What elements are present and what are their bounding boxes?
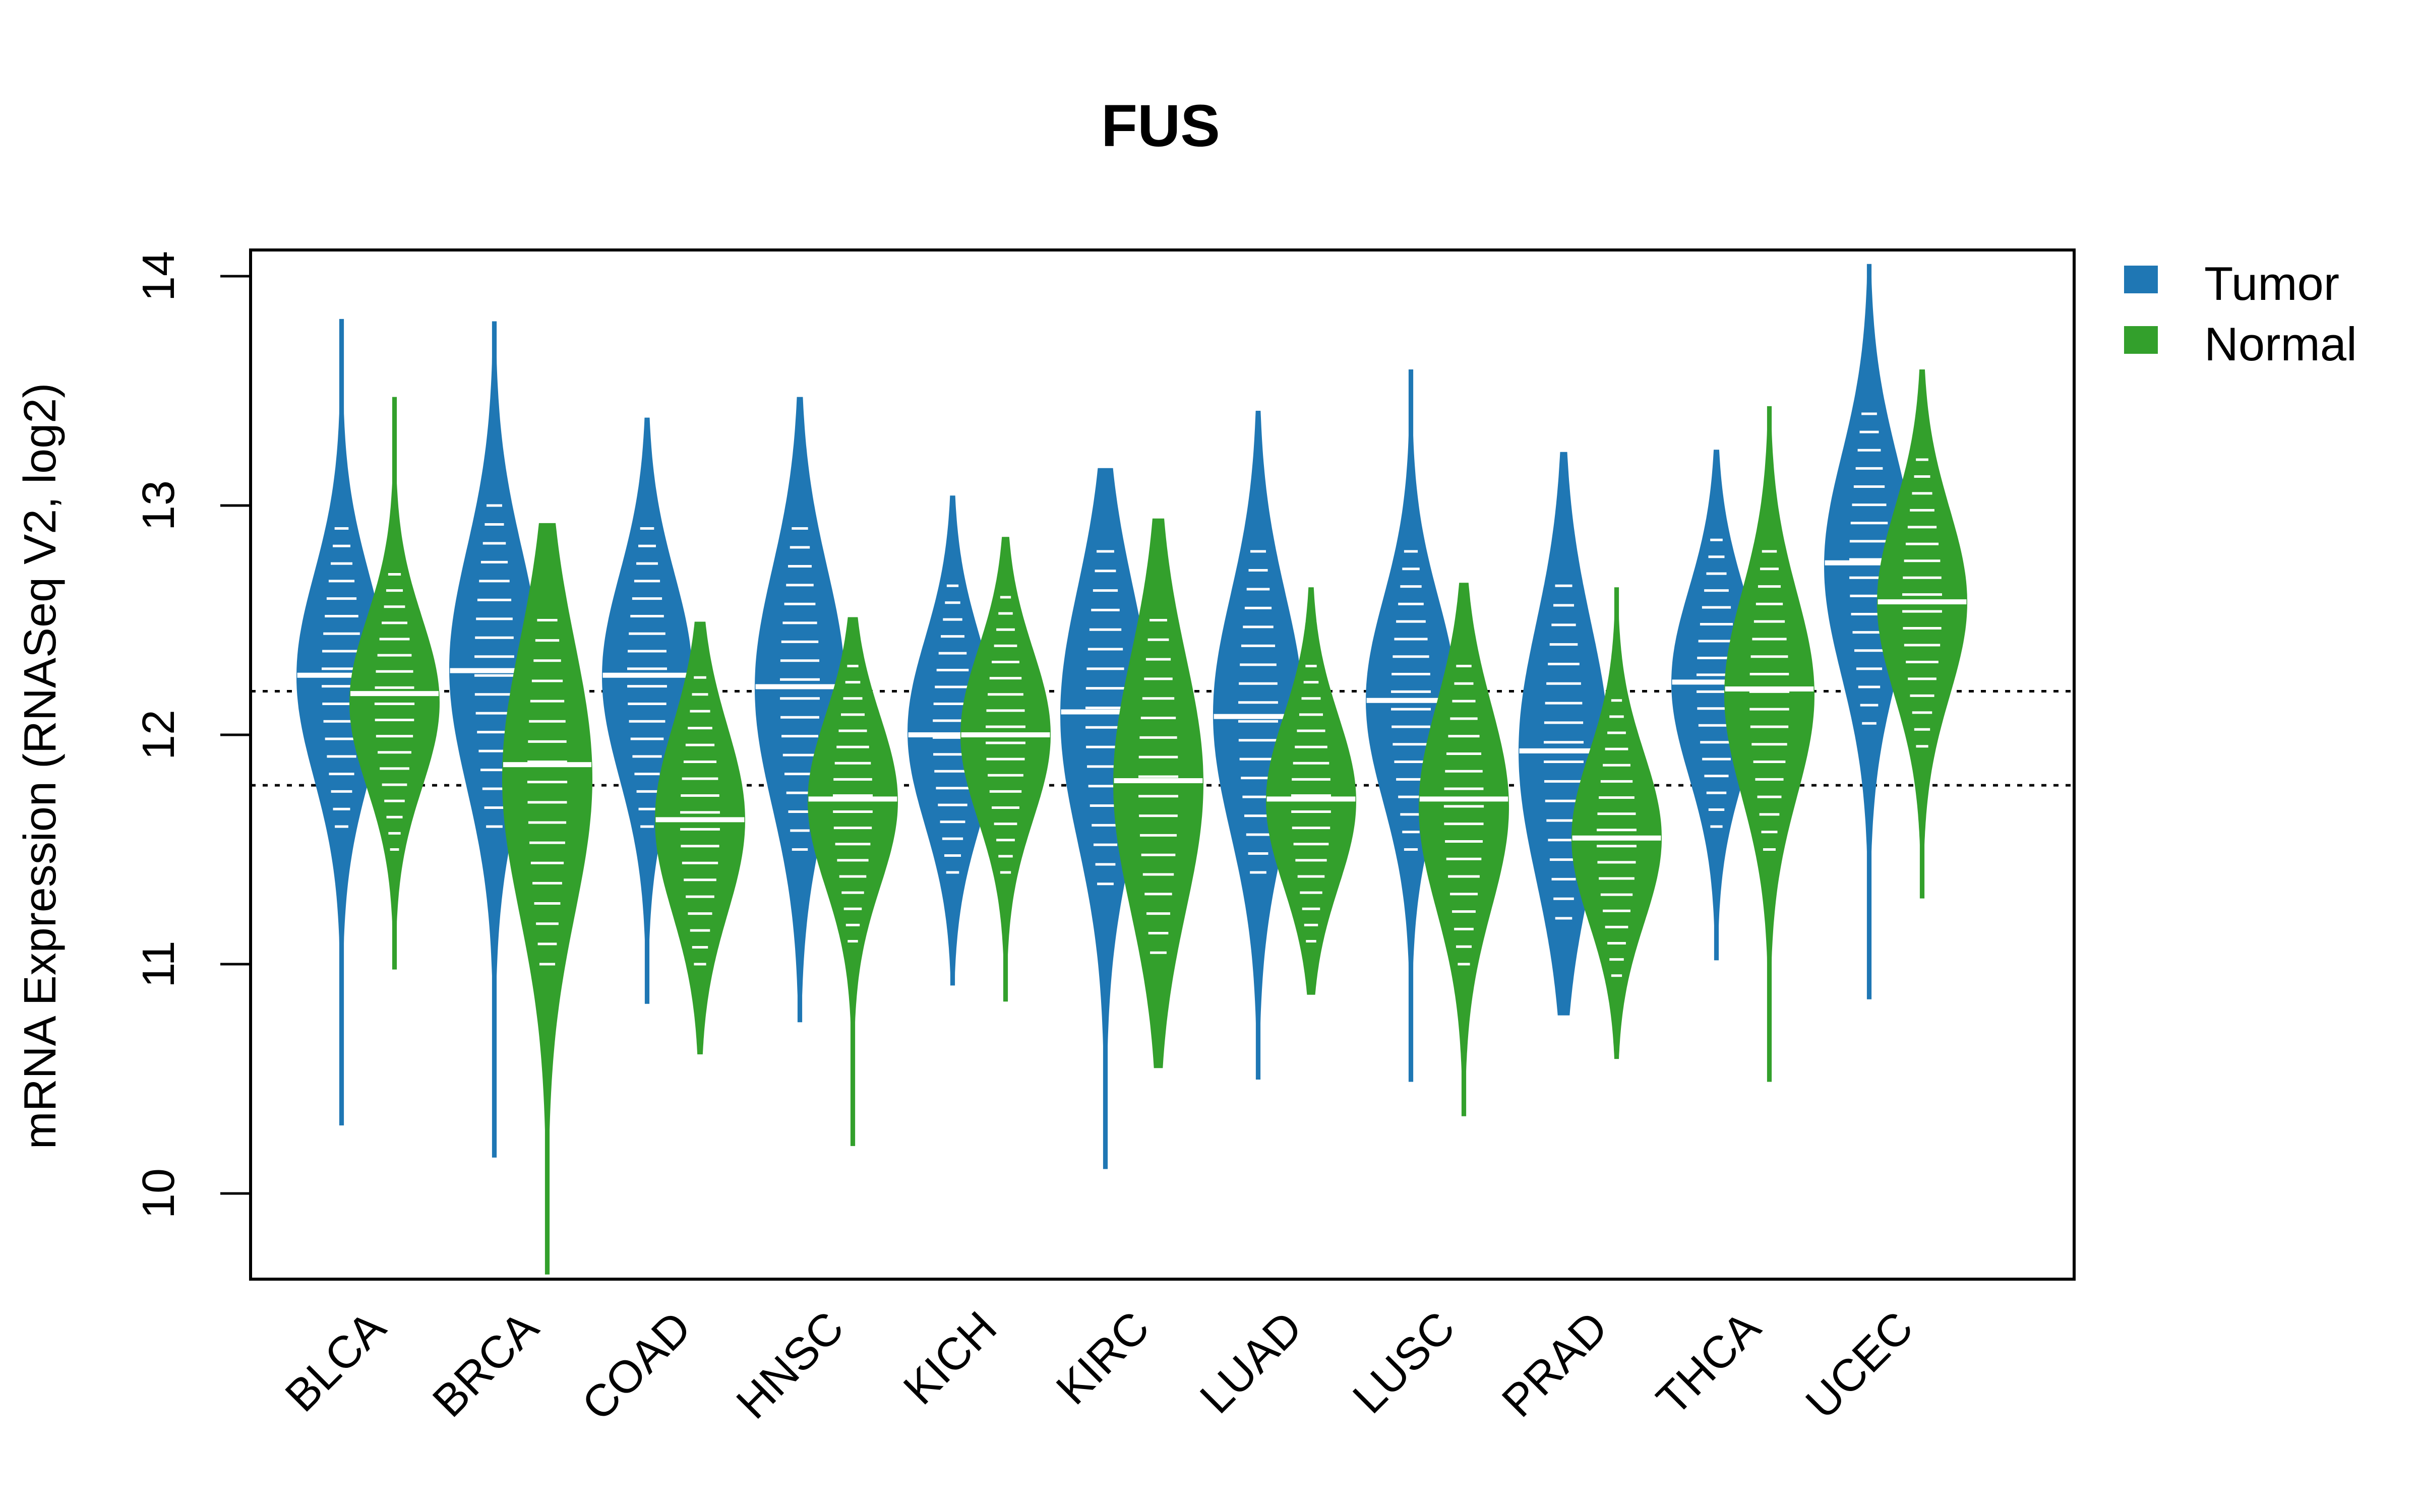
x-tick-label-blca: BLCA bbox=[276, 1302, 395, 1421]
y-tick-label: 12 bbox=[134, 710, 184, 760]
legend-label-tumor: Tumor bbox=[2204, 257, 2339, 310]
legend-swatch-tumor bbox=[2124, 266, 2158, 293]
y-axis: 10 11 12 13 14 bbox=[134, 251, 251, 1219]
x-axis: BLCA BRCA COAD HNSC KICH KIRC LUAD LUSC PRAD THCA… bbox=[276, 1302, 1923, 1430]
y-tick-label: 13 bbox=[134, 480, 184, 531]
x-tick-label-coad: COAD bbox=[573, 1302, 701, 1430]
x-tick-label-brca: BRCA bbox=[424, 1302, 549, 1427]
violin-normal-blca bbox=[349, 397, 440, 970]
legend: Tumor Normal bbox=[2124, 257, 2357, 370]
x-tick-label-kirc: KIRC bbox=[1047, 1302, 1159, 1414]
x-tick-label-hnsc: HNSC bbox=[727, 1302, 854, 1428]
x-tick-label-ucec: UCEC bbox=[1796, 1302, 1923, 1428]
chart-title: FUS bbox=[1101, 93, 1220, 159]
x-tick-label-kich: KICH bbox=[894, 1302, 1006, 1414]
y-tick-label: 11 bbox=[134, 940, 184, 987]
y-tick-label: 10 bbox=[134, 1168, 184, 1219]
legend-swatch-normal bbox=[2124, 326, 2158, 354]
violin-chart: FUS mRNA Expression (RNASeq V2, log2) 10… bbox=[15, 93, 2357, 1430]
violin-body bbox=[960, 537, 1051, 1002]
y-axis-label: mRNA Expression (RNASeq V2, log2) bbox=[15, 383, 66, 1150]
y-tick-label: 14 bbox=[134, 251, 184, 301]
violin-normal-kich bbox=[960, 537, 1051, 1002]
x-tick-label-lusc: LUSC bbox=[1344, 1302, 1465, 1423]
x-tick-label-thca: THCA bbox=[1647, 1302, 1770, 1425]
x-tick-label-luad: LUAD bbox=[1191, 1302, 1312, 1423]
violin-body bbox=[349, 397, 440, 970]
violins bbox=[296, 264, 1968, 1275]
violin-normal-thca bbox=[1724, 406, 1815, 1082]
x-tick-label-prad: PRAD bbox=[1493, 1302, 1618, 1427]
legend-label-normal: Normal bbox=[2204, 318, 2357, 370]
